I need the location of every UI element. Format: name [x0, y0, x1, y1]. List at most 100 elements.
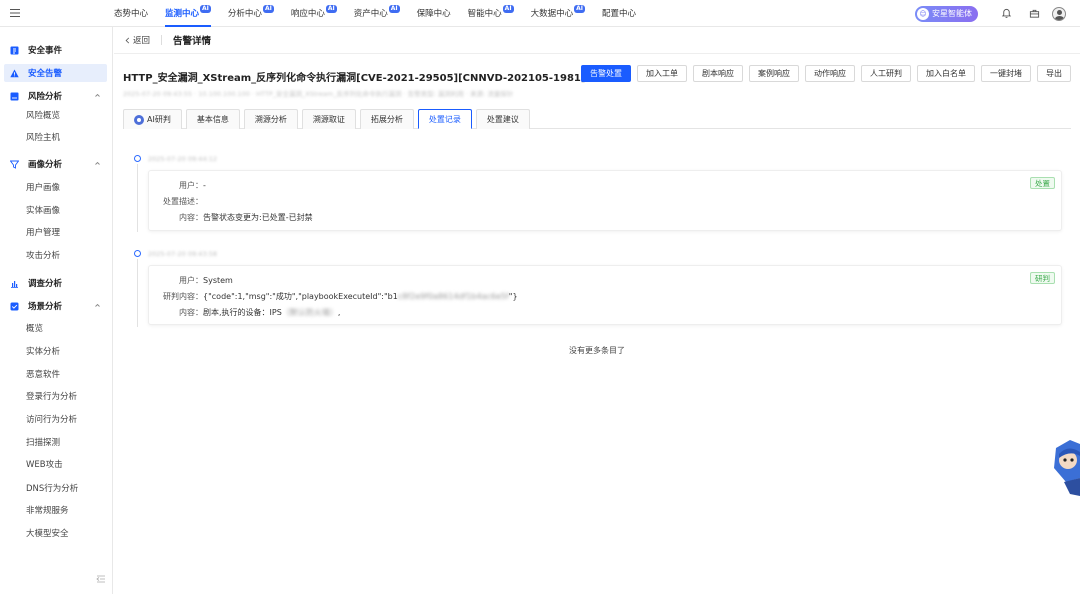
record-row: 内容：告警状态变更为:已处置-已封禁 [179, 212, 313, 223]
action-button-2[interactable]: 剧本响应 [693, 65, 743, 82]
nav-item-label: 智能中心 [467, 9, 502, 19]
sidebar-item-13[interactable]: 实体分析 [4, 342, 107, 360]
nav-item-label: 大数据中心 [530, 9, 574, 19]
tab-0[interactable]: AI研判 [123, 109, 182, 129]
sidebar-item-18[interactable]: WEB攻击 [4, 455, 107, 473]
ai-badge: AI [502, 5, 514, 13]
nav-item-5[interactable]: 保障中心 [417, 0, 451, 27]
action-button-8[interactable]: 导出 [1037, 65, 1071, 82]
sidebar-item-9[interactable]: 攻击分析 [4, 246, 107, 264]
sidebar-item-label: 风险概览 [26, 111, 61, 121]
record-time: 2025-07-20 09:43:58 [148, 250, 218, 258]
action-button-5[interactable]: 人工研判 [861, 65, 911, 82]
sidebar-item-label: 实体画像 [26, 206, 61, 216]
nav-item-7[interactable]: 大数据中心 AI [531, 0, 585, 27]
menu-toggle-icon[interactable] [0, 0, 30, 27]
sidebar-item-12[interactable]: 概览 [4, 319, 107, 337]
row-value: - [203, 181, 206, 190]
nav-item-label: 态势中心 [114, 9, 149, 19]
sidebar-item-6[interactable]: 用户画像 [4, 178, 107, 196]
sidebar-item-0[interactable]: 安全事件 [4, 41, 107, 59]
nav-item-8[interactable]: 配置中心 [602, 0, 636, 27]
briefcase-icon[interactable] [1020, 0, 1048, 27]
top-nav-items: 态势中心 监测中心 AI 分析中心 AI 响应中心 AI 资产中心 AI 保障中心 智能中心 AI 大数… [114, 0, 653, 27]
record-row: 用户：System [179, 275, 233, 286]
nav-item-label: 配置中心 [601, 9, 636, 19]
sidebar-item-4[interactable]: 风险主机 [4, 128, 107, 146]
nav-item-1[interactable]: 监测中心 AI [165, 0, 211, 27]
bell-icon[interactable] [992, 0, 1020, 27]
row-value-tail: "} [508, 292, 518, 301]
action-button-0[interactable]: 告警处置 [581, 65, 631, 82]
sidebar-item-7[interactable]: 实体画像 [4, 201, 107, 219]
sidebar: 安全事件安全告警风险分析风险概览风险主机画像分析用户画像实体画像用户管理攻击分析… [0, 27, 113, 594]
sidebar-item-label: 实体分析 [26, 347, 61, 357]
assistant-button[interactable]: ☺ 安星智能体 [915, 5, 978, 22]
back-label: 返回 [133, 36, 151, 46]
sidebar-item-21[interactable]: 大模型安全 [4, 524, 107, 542]
record-tag: 研判 [1030, 272, 1055, 284]
collapse-sidebar-icon[interactable] [96, 574, 106, 584]
nav-item-3[interactable]: 响应中心 AI [291, 0, 337, 27]
row-label: 用户： [179, 276, 203, 285]
sidebar-item-10[interactable]: 调查分析 [4, 274, 107, 292]
sidebar-item-15[interactable]: 登录行为分析 [4, 387, 107, 405]
timeline-dot [134, 250, 141, 257]
action-button-3[interactable]: 案例响应 [749, 65, 799, 82]
user-avatar[interactable] [1052, 6, 1066, 21]
action-button-4[interactable]: 动作响应 [805, 65, 855, 82]
sidebar-item-label: 场景分析 [28, 302, 63, 312]
tab-4[interactable]: 拓展分析 [359, 109, 414, 129]
tab-5[interactable]: 处置记录 [417, 109, 472, 129]
sidebar-item-label: 用户画像 [26, 183, 61, 193]
tab-2[interactable]: 溯源分析 [243, 109, 298, 129]
sidebar-item-label: 非常规服务 [26, 506, 69, 516]
sidebar-item-8[interactable]: 用户管理 [4, 223, 107, 241]
nav-item-label: 分析中心 [227, 9, 262, 19]
record-row: 研判内容：{"code":1,"msg":"成功","playbookExecu… [163, 291, 518, 302]
sidebar-item-3[interactable]: 风险概览 [4, 106, 107, 124]
chevron-left-icon [125, 37, 130, 43]
breadcrumb: 返回 告警详情 [114, 27, 1080, 54]
action-button-7[interactable]: 一键封堵 [981, 65, 1031, 82]
row-value-redacted: （默认防火墙） [281, 308, 338, 317]
tab-6[interactable]: 处置建议 [475, 109, 530, 129]
row-label: 研判内容： [163, 292, 203, 301]
tab-3[interactable]: 溯源取证 [301, 109, 356, 129]
ai-badge: AI [262, 5, 274, 13]
page-title: 告警详情 [173, 36, 212, 47]
sidebar-item-2[interactable]: 风险分析 [4, 87, 107, 105]
assistant-mascot-icon[interactable] [1050, 438, 1080, 498]
sidebar-item-label: 概览 [26, 324, 44, 334]
sidebar-item-label: 大模型安全 [26, 529, 69, 539]
sidebar-item-1[interactable]: 安全告警 [4, 64, 107, 82]
record-time: 2025-07-20 09:44:12 [148, 155, 218, 163]
sidebar-item-14[interactable]: 恶意软件 [4, 365, 107, 383]
record-row: 处置描述： [163, 196, 203, 207]
event-icon [10, 46, 19, 55]
nav-item-4[interactable]: 资产中心 AI [354, 0, 400, 27]
tab-label: 处置建议 [486, 115, 519, 124]
nav-item-2[interactable]: 分析中心 AI [228, 0, 274, 27]
sidebar-item-16[interactable]: 访问行为分析 [4, 410, 107, 428]
nav-item-label: 资产中心 [353, 9, 388, 19]
alert-actions: 告警处置 加入工单 剧本响应 案例响应 动作响应 人工研判 加入白名单 一键封堵 导出 [575, 65, 1071, 82]
row-value: System [203, 276, 233, 285]
sidebar-item-label: 攻击分析 [26, 251, 61, 261]
assistant-label: 安星智能体 [932, 9, 972, 18]
sidebar-item-5[interactable]: 画像分析 [4, 155, 107, 173]
tab-1[interactable]: 基本信息 [185, 109, 240, 129]
back-link[interactable]: 返回 [124, 34, 150, 46]
row-value: 告警状态变更为:已处置-已封禁 [203, 213, 313, 222]
nav-item-0[interactable]: 态势中心 [114, 0, 148, 27]
record-tag: 处置 [1030, 177, 1055, 189]
sidebar-item-label: 扫描探测 [26, 438, 61, 448]
nav-item-6[interactable]: 智能中心 AI [468, 0, 514, 27]
sidebar-item-17[interactable]: 扫描探测 [4, 433, 107, 451]
sidebar-item-20[interactable]: 非常规服务 [4, 501, 107, 519]
sidebar-item-11[interactable]: 场景分析 [4, 297, 107, 315]
tab-label: 基本信息 [196, 115, 229, 124]
action-button-1[interactable]: 加入工单 [637, 65, 687, 82]
action-button-6[interactable]: 加入白名单 [917, 65, 975, 82]
sidebar-item-19[interactable]: DNS行为分析 [4, 479, 107, 497]
